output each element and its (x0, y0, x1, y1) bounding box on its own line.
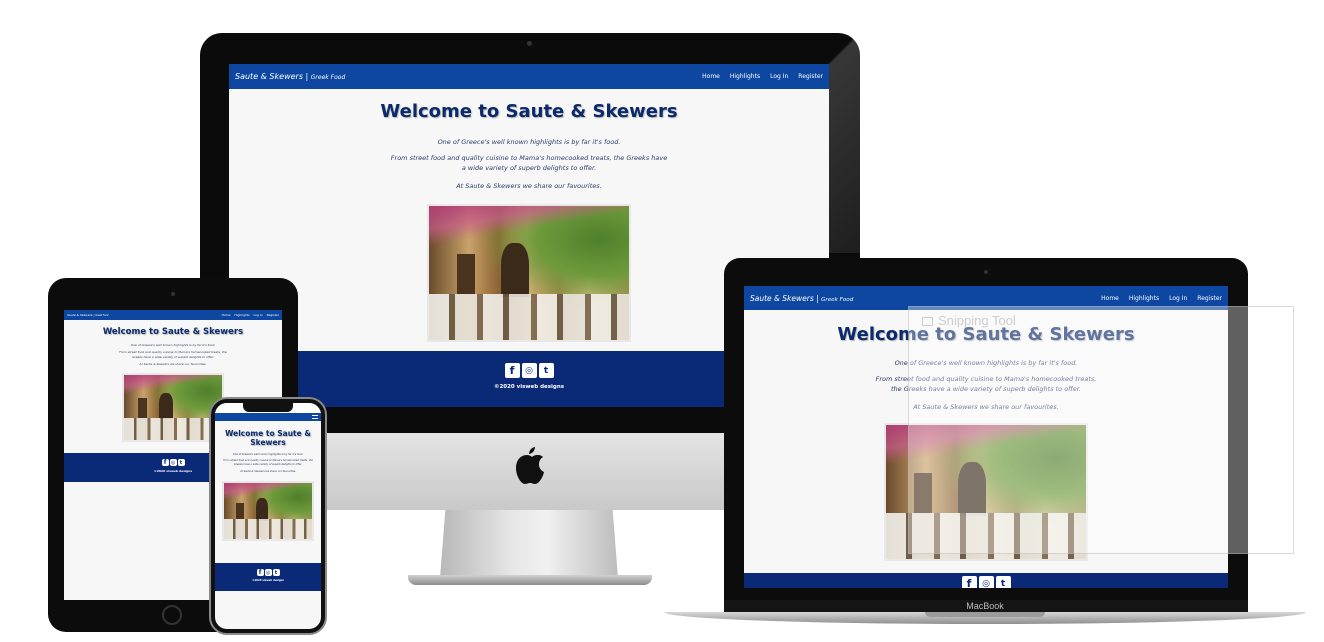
footer: f ◎ t ©2020 visweb designs (215, 563, 321, 591)
imac-stand-base (408, 575, 652, 585)
snipping-tool-overlay (908, 306, 1294, 554)
page-title: Welcome to Saute & Skewers (102, 327, 244, 337)
instagram-icon[interactable]: ◎ (264, 569, 272, 576)
iphone-screen: Welcome to Saute & Skewers One of Greece… (215, 403, 321, 629)
macbook-camera (984, 270, 988, 274)
ipad-camera (171, 292, 175, 296)
nav-links: Home Highlights Log In Register (702, 73, 823, 80)
macbook-notch (925, 612, 1045, 617)
apple-logo-shape (513, 447, 547, 487)
navbar (215, 413, 321, 421)
imac-camera (527, 41, 532, 46)
iphone-notch (243, 403, 293, 412)
intro-paragraph-1: One of Greece's well known highlights is… (232, 453, 304, 456)
intro-paragraph-3: At Saute & Skewers we share our favourit… (456, 181, 602, 190)
brand-logo[interactable]: Saute & Skewers | Greek Food (235, 72, 345, 81)
restaurant-photo (427, 203, 631, 342)
intro-paragraph-1: One of Greece's well known highlights is… (130, 343, 216, 347)
nav-login-link[interactable]: Log In (770, 73, 788, 80)
nav-home-link[interactable]: Home (1101, 295, 1119, 302)
intro-paragraph-2: From street food and quality cuisine to … (119, 350, 227, 359)
social-icons: f ◎ t (215, 569, 321, 576)
facebook-icon[interactable]: f (504, 363, 520, 378)
macbook-label: MacBook (966, 601, 1004, 611)
hamburger-menu-icon[interactable] (312, 415, 318, 419)
nav-links: Home Highlights Log In Register (1101, 295, 1222, 302)
instagram-icon[interactable]: ◎ (169, 459, 177, 466)
intro-paragraph-1: One of Greece's well known highlights is… (437, 138, 621, 146)
copyright: ©2020 visweb designs (252, 579, 284, 582)
intro-paragraph-2: From street food and quality cuisine to … (390, 154, 668, 172)
scissors-icon (922, 317, 933, 326)
facebook-icon[interactable]: f (256, 569, 264, 576)
twitter-icon[interactable]: t (995, 576, 1011, 588)
nav-register-link[interactable]: Register (267, 313, 279, 317)
nav-login-link[interactable]: Log In (1169, 295, 1187, 302)
twitter-icon[interactable]: t (272, 569, 280, 576)
navbar: Saute & Skewers | Greek Food Home Highli… (229, 64, 829, 89)
brand-logo[interactable]: Saute & Skewers | Greek Food (750, 294, 853, 303)
nav-home-link[interactable]: Home (222, 313, 231, 317)
nav-login-link[interactable]: Log In (254, 313, 263, 317)
social-icons: f ◎ t (744, 576, 1228, 588)
footer: f ◎ t (744, 573, 1228, 588)
nav-home-link[interactable]: Home (702, 73, 720, 80)
twitter-icon[interactable]: t (538, 363, 554, 378)
twitter-icon[interactable]: t (177, 459, 185, 466)
nav-highlights-link[interactable]: Highlights (234, 313, 249, 317)
page-title: Welcome to Saute & Skewers (225, 429, 311, 447)
nav-register-link[interactable]: Register (1197, 295, 1222, 302)
snipping-tool-title: Snipping Tool (922, 313, 1016, 328)
nav-highlights-link[interactable]: Highlights (1129, 295, 1159, 302)
brand-logo[interactable]: Saute & Skewers | Greek Food (67, 313, 108, 317)
intro-paragraph-2: From street food and quality cuisine to … (223, 459, 313, 466)
nav-register-link[interactable]: Register (798, 73, 823, 80)
facebook-icon[interactable]: f (161, 459, 169, 466)
instagram-icon[interactable]: ◎ (978, 576, 994, 588)
facebook-icon[interactable]: f (961, 576, 977, 588)
intro-paragraph-3: At Saute & Skewers we share our favourit… (240, 469, 296, 473)
ipad-home-button[interactable] (162, 605, 182, 625)
intro-paragraph-3: At Saute & Skewers we share our favourit… (139, 362, 207, 366)
page-title: Welcome to Saute & Skewers (380, 101, 678, 122)
restaurant-photo (222, 480, 314, 541)
navbar: Saute & Skewers | Greek Food Home Highli… (64, 310, 282, 320)
instagram-icon[interactable]: ◎ (521, 363, 537, 378)
nav-links: Home Highlights Log In Register (222, 313, 279, 317)
imac-stand (440, 510, 618, 578)
nav-highlights-link[interactable]: Highlights (730, 73, 760, 80)
